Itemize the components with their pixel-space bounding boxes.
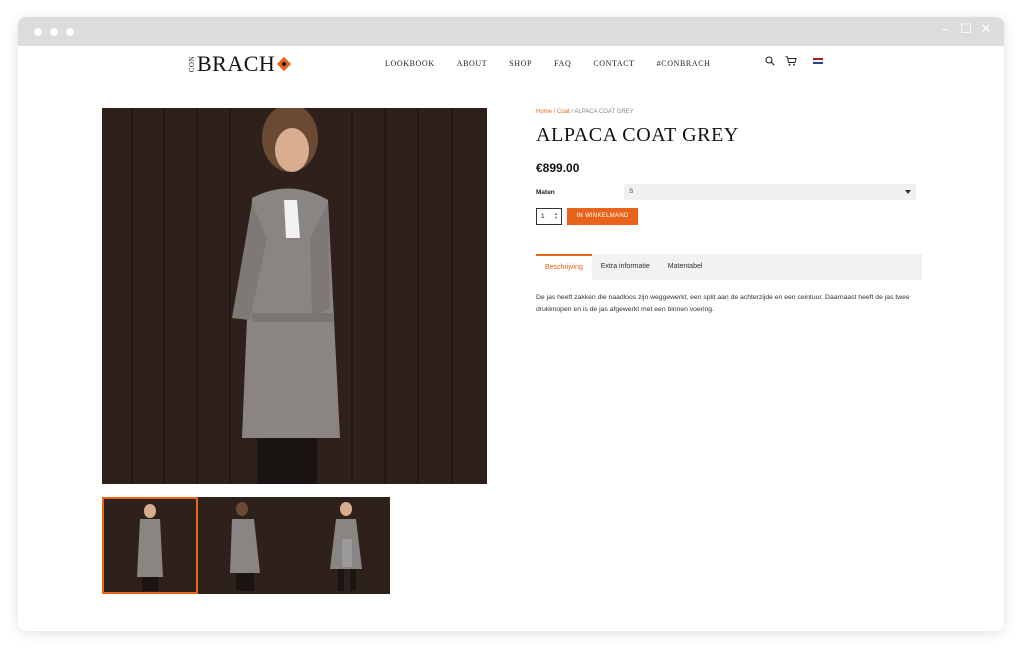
title-bar: – ☐ ✕ bbox=[18, 17, 1004, 46]
breadcrumb: Home / Coat / ALPACA COAT GREY bbox=[536, 109, 634, 115]
product-thumbnails bbox=[102, 497, 391, 594]
breadcrumb-category[interactable]: Coat bbox=[557, 109, 570, 115]
quantity-value: 1 bbox=[541, 213, 545, 220]
menu-item-shop[interactable]: SHOP bbox=[509, 59, 532, 68]
product-page: Home / Coat / ALPACA COAT GREY ALPACA CO… bbox=[18, 82, 1004, 631]
thumbnail-3[interactable] bbox=[294, 497, 390, 594]
dutch-flag-icon[interactable] bbox=[813, 57, 823, 65]
add-to-cart-button[interactable]: IN WINKELMAND bbox=[567, 208, 638, 225]
chevron-down-icon bbox=[905, 190, 911, 194]
menu-item-about[interactable]: ABOUT bbox=[457, 59, 488, 68]
menu-item-faq[interactable]: FAQ bbox=[554, 59, 571, 68]
logo-prefix: CON bbox=[188, 55, 196, 73]
menu-item-conbrach[interactable]: #CONBRACH bbox=[657, 59, 711, 68]
logo-text: BRACH bbox=[197, 51, 276, 76]
breadcrumb-home[interactable]: Home bbox=[536, 109, 552, 115]
site-header: CON BRACH LOOKBOOK ABOUT SHOP FAQ CONTAC… bbox=[18, 46, 1004, 82]
size-label: Maten bbox=[536, 189, 555, 196]
menu-item-contact[interactable]: CONTACT bbox=[593, 59, 634, 68]
product-price: €899.00 bbox=[536, 161, 580, 175]
product-main-image[interactable] bbox=[102, 108, 487, 484]
site-logo[interactable]: CON BRACH bbox=[188, 51, 292, 76]
close-icon[interactable]: ✕ bbox=[979, 23, 993, 37]
main-menu: LOOKBOOK ABOUT SHOP FAQ CONTACT #CONBRAC… bbox=[385, 59, 733, 68]
product-description: De jas heeft zakken die naadloos zijn we… bbox=[536, 294, 910, 313]
maximize-icon[interactable]: ☐ bbox=[959, 23, 973, 37]
browser-window: – ☐ ✕ CON BRACH LOOKBOOK ABOUT SHOP FAQ … bbox=[18, 17, 1004, 631]
header-icons bbox=[765, 56, 823, 66]
window-dot-icon bbox=[66, 28, 74, 36]
stepper-arrows-icon[interactable]: ▲ ▼ bbox=[554, 212, 558, 220]
minimize-icon[interactable]: – bbox=[938, 23, 952, 37]
product-title: ALPACA COAT GREY bbox=[536, 124, 739, 146]
menu-item-lookbook[interactable]: LOOKBOOK bbox=[385, 59, 435, 68]
size-select[interactable]: S bbox=[624, 184, 916, 200]
breadcrumb-current: ALPACA COAT GREY bbox=[574, 109, 634, 115]
tab-size-chart[interactable]: Matentabel bbox=[659, 254, 712, 280]
search-icon[interactable] bbox=[765, 56, 775, 66]
thumbnail-2[interactable] bbox=[198, 497, 294, 594]
thumbnail-1[interactable] bbox=[102, 497, 198, 594]
cart-icon[interactable] bbox=[785, 56, 797, 66]
quantity-stepper[interactable]: 1 ▲ ▼ bbox=[536, 208, 562, 225]
window-dot-icon bbox=[50, 28, 58, 36]
logo-diamond-icon bbox=[277, 56, 292, 72]
window-dot-icon bbox=[34, 28, 42, 36]
tab-extra-info[interactable]: Extra informatie bbox=[592, 254, 659, 280]
size-select-value: S bbox=[629, 188, 634, 195]
product-tabs: Beschrijving Extra informatie Matentabel bbox=[536, 254, 922, 280]
tab-description[interactable]: Beschrijving bbox=[536, 254, 592, 280]
